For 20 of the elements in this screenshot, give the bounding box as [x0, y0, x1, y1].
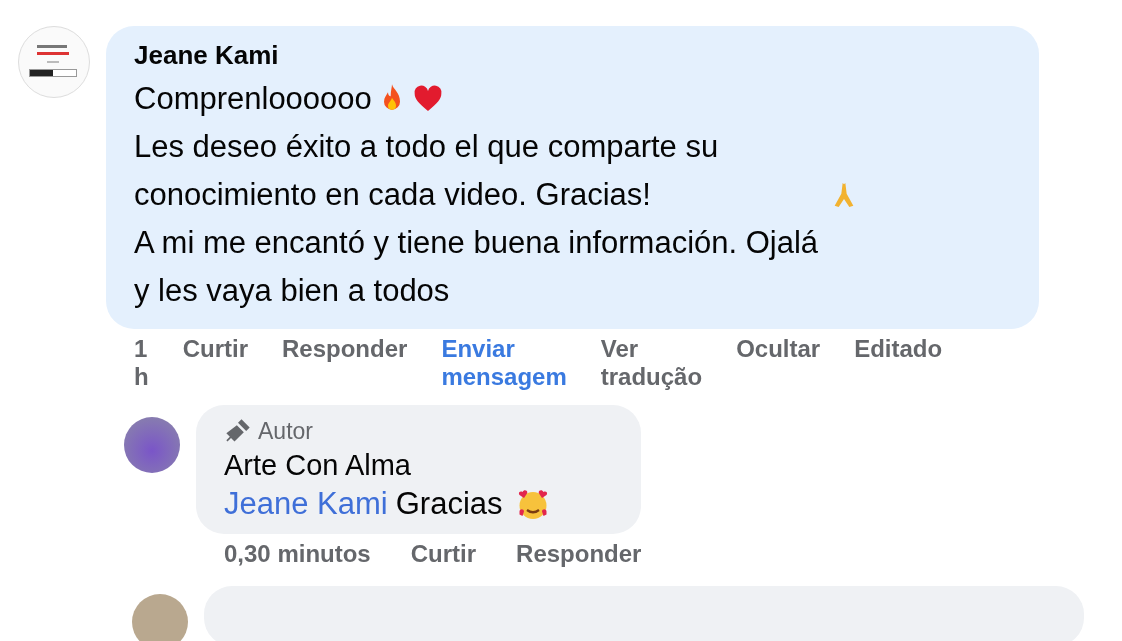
- author-name[interactable]: Jeane Kami: [134, 40, 1009, 71]
- action-link[interactable]: Responder: [516, 540, 642, 568]
- author-name[interactable]: Arte Con Alma: [224, 449, 612, 482]
- action-link[interactable]: Curtir: [182, 335, 248, 391]
- comment-text: Comprenloooooo: [134, 80, 372, 118]
- comment-text: Les deseo éxito a todo el que comparte su conocimiento en cada video. Gracias!: [134, 128, 720, 214]
- avatar-circle[interactable]: [124, 417, 180, 473]
- reply-text: Gracias: [395, 486, 503, 522]
- mention-link[interactable]: Jeane Kami: [224, 486, 388, 522]
- microphone-icon: [224, 417, 252, 445]
- author-label: Autor: [258, 417, 313, 445]
- comment-text: A mi me encantó y tiene buena información. Ojalá y les vaya bien a todos: [134, 224, 820, 310]
- action-link[interactable]: Responder: [282, 335, 408, 391]
- action-link[interactable]: Ocultar: [736, 335, 821, 391]
- timestamp: 1 h: [134, 335, 149, 391]
- action-link[interactable]: Curtir: [410, 540, 477, 568]
- action-link[interactable]: Enviar mensagem: [441, 335, 567, 391]
- timestamp: 0,30 minutos: [224, 540, 371, 568]
- action-link[interactable]: Editado: [854, 335, 943, 391]
- action-link[interactable]: Ver tradução: [600, 335, 703, 391]
